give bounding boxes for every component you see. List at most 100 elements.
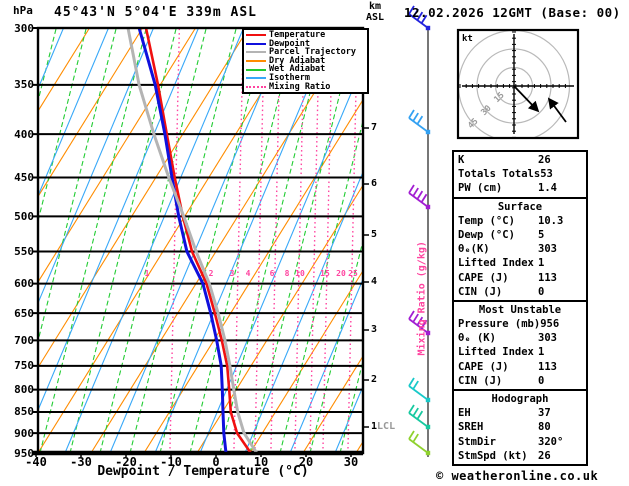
mixing-ratio-label: 3 (229, 269, 235, 278)
table-row: θₑ(K) 303 (454, 242, 586, 256)
table-row: CIN (J) 0 (454, 374, 586, 388)
table-row: θₑ (K) 303 (454, 331, 586, 345)
legend-swatch (246, 60, 266, 63)
mixing-ratio-label: 2 (208, 269, 214, 278)
table-row: K 26 (454, 153, 586, 167)
table-row-value: 1.4 (538, 182, 557, 195)
table-row: Pressure (mb) 956 (454, 317, 586, 331)
mixing-ratio-label: 8 (284, 269, 290, 278)
table-row-label: Temp (°C) (458, 214, 515, 227)
table-row-label: PW (cm) (458, 182, 503, 195)
pressure-tick-label: 300 (14, 21, 34, 35)
km-tick-label: 2 (371, 374, 378, 385)
table-row-value: 1 (538, 346, 545, 359)
pressure-tick-label: 750 (14, 359, 34, 373)
table-row-value: 113 (538, 271, 557, 284)
table-row: Temp (°C) 10.3 (454, 214, 586, 228)
altitude-axis-unit: km ASL (366, 1, 385, 23)
table-row: Lifted Index 1 (454, 256, 586, 270)
table-row-label: CAPE (J) (458, 271, 509, 284)
station-title: 45°43'N 5°04'E 339m ASL (54, 5, 258, 20)
chart-legend: Temperature Dewpoint Parcel Trajectory Dry … (242, 28, 369, 95)
km-tick-label: 3 (371, 324, 378, 335)
table-row-value: 5 (538, 228, 545, 241)
pressure-tick-label: 400 (14, 127, 34, 141)
pressure-tick-label: 850 (14, 405, 34, 419)
copyright-footer: © weatheronline.co.uk (436, 469, 599, 483)
table-row-label: Totals Totals (458, 168, 541, 181)
table-most-unstable: Most Unstable Pressure (mb) 956 θₑ (K) 303 Li… (454, 299, 586, 389)
hodograph-ring-label: 15 (492, 91, 506, 105)
table-row: Dewp (°C) 5 (454, 228, 586, 242)
table-row-value: 0 (538, 285, 545, 298)
legend-swatch (246, 51, 266, 54)
pressure-tick-label: 600 (14, 277, 34, 291)
pressure-tick-label: 450 (14, 170, 34, 184)
km-tick-label: 6 (371, 178, 378, 189)
pressure-tick-label: 550 (14, 244, 34, 258)
table-section-title: Surface (497, 200, 543, 213)
table-row-value: 26 (538, 449, 551, 462)
table-row-label: CIN (J) (458, 285, 503, 298)
legend-swatch (246, 85, 266, 88)
km-tick-label: 5 (371, 229, 378, 240)
table-row-value: 53 (540, 168, 553, 181)
table-row: SREH 80 (454, 420, 586, 434)
pressure-tick-label: 650 (14, 306, 34, 320)
km-tick-label: 7 (371, 122, 378, 133)
table-hodograph: Hodograph EH 37 SREH 80 StmDir 320° StmSpd (kt)… (454, 389, 586, 464)
table-row: CIN (J) 0 (454, 285, 586, 299)
mixing-ratio-label: 6 (269, 269, 275, 278)
pressure-tick-label: 900 (14, 426, 34, 440)
table-row-value: 26 (538, 154, 551, 166)
table-row-value: 113 (538, 360, 557, 373)
table-row-label: EH (458, 407, 471, 420)
table-row-label: θₑ (K) (458, 332, 496, 345)
table-surface: Surface Temp (°C) 10.3 Dewp (°C) 5 θₑ(K) 303 Li… (454, 196, 586, 300)
table-row: PW (cm) 1.4 (454, 181, 586, 195)
skewt-sounding-app: 15 30 45 kt hPa 45°43'N 5°04'E 339m ASL km A… (0, 0, 629, 486)
x-axis-title: Dewpoint / Temperature (°C) (97, 464, 309, 479)
legend-label: Mixing Ratio (269, 81, 331, 92)
table-row-value: 303 (538, 332, 557, 345)
table-row-value: 303 (538, 243, 557, 256)
mixing-ratio-label: 20 (336, 269, 346, 278)
table-row: Lifted Index 1 (454, 345, 586, 359)
table-row: EH 37 (454, 406, 586, 420)
table-row: CAPE (J) 113 (454, 271, 586, 285)
km-tick-label-lcl: 1LCL (371, 421, 396, 432)
table-row-label: CIN (J) (458, 374, 503, 387)
legend-swatch (246, 68, 266, 71)
table-row: StmDir 320° (454, 435, 586, 449)
legend-swatch (246, 34, 266, 37)
legend-swatch (246, 42, 266, 45)
table-row: CAPE (J) 113 (454, 360, 586, 374)
table-row-label: StmSpd (kt) (458, 449, 528, 462)
table-section-title: Most Unstable (478, 303, 562, 316)
legend-swatch (246, 77, 266, 80)
table-row-value: 80 (538, 421, 551, 434)
table-row-label: SREH (458, 421, 484, 434)
table-row-value: 10.3 (538, 214, 564, 227)
mixing-ratio-label: 4 (245, 269, 251, 278)
km-tick-label: 4 (371, 276, 378, 287)
mixing-ratio-label: 15 (320, 269, 330, 278)
table-row-value: 37 (538, 407, 551, 420)
table-row-label: K (458, 154, 465, 166)
table-row-value: 956 (540, 318, 560, 331)
table-row-label: Lifted Index (458, 346, 534, 359)
pressure-tick-label: 800 (14, 383, 34, 397)
table-row-value: 320° (538, 435, 564, 448)
hodograph-vector (513, 85, 540, 113)
table-section-title: Hodograph (491, 393, 549, 405)
legend-item: Mixing Ratio (246, 81, 367, 92)
table-row-label: Lifted Index (458, 257, 534, 270)
run-datetime: 12.02.2026 12GMT (Base: 00) (404, 5, 621, 20)
table-row-value: 0 (538, 374, 545, 387)
table-row: Totals Totals 53 (454, 167, 586, 181)
pressure-axis-unit: hPa (13, 4, 33, 17)
mixing-ratio-axis-title: Mixing Ratio (g/kg) (416, 241, 428, 356)
pressure-tick-label: 700 (14, 333, 34, 347)
table-row-value: 1 (538, 257, 545, 270)
hodograph: 153045kt (456, 28, 580, 140)
